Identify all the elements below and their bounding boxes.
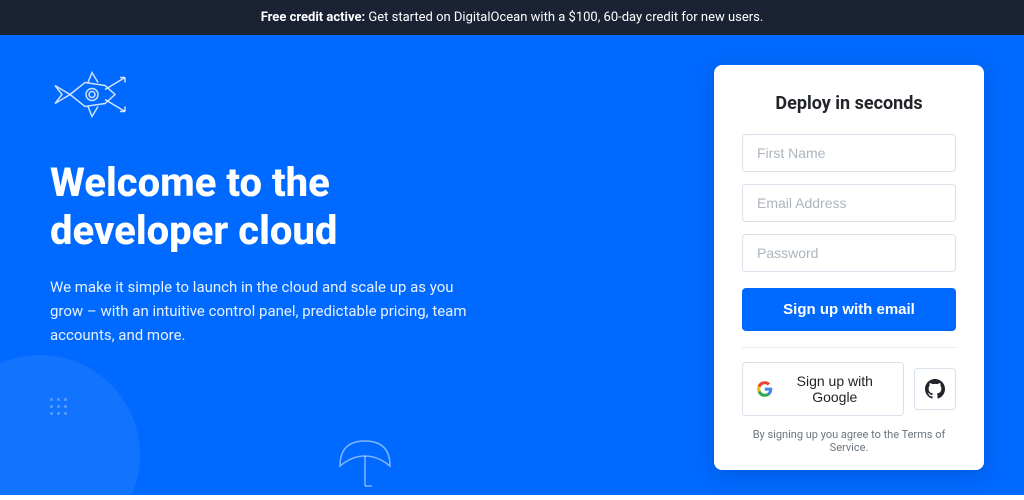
github-icon (925, 379, 945, 399)
terms-text: By signing up you agree to the Terms of … (742, 428, 956, 454)
hero-description: We make it simple to launch in the cloud… (50, 275, 480, 347)
banner-bold-text: Free credit active: (261, 10, 365, 25)
email-field (742, 184, 956, 222)
circle-decoration (0, 355, 140, 495)
first-name-input[interactable] (742, 134, 956, 172)
google-icon (757, 380, 773, 398)
password-field (742, 234, 956, 272)
social-buttons: Sign up with Google (742, 362, 956, 416)
form-divider (742, 347, 956, 348)
main-content: Welcome to the developer cloud We make i… (0, 35, 1024, 495)
digitalocean-logo-icon (50, 65, 150, 125)
email-input[interactable] (742, 184, 956, 222)
signup-google-button[interactable]: Sign up with Google (742, 362, 904, 416)
left-panel: Welcome to the developer cloud We make i… (0, 35, 684, 495)
signup-google-label: Sign up with Google (781, 373, 889, 405)
form-title: Deploy in seconds (742, 93, 956, 114)
umbrella-decoration (330, 431, 400, 495)
signup-form-card: Deploy in seconds Sign up with email (714, 65, 984, 470)
promo-banner: Free credit active: Get started on Digit… (0, 0, 1024, 35)
signup-github-button[interactable] (914, 368, 956, 410)
banner-normal-text: Get started on DigitalOcean with a $100,… (368, 10, 763, 25)
logo-area (50, 65, 634, 129)
signup-email-button[interactable]: Sign up with email (742, 288, 956, 331)
password-input[interactable] (742, 234, 956, 272)
first-name-field (742, 134, 956, 172)
right-panel: Deploy in seconds Sign up with email (684, 35, 1024, 495)
hero-title: Welcome to the developer cloud (50, 159, 634, 255)
